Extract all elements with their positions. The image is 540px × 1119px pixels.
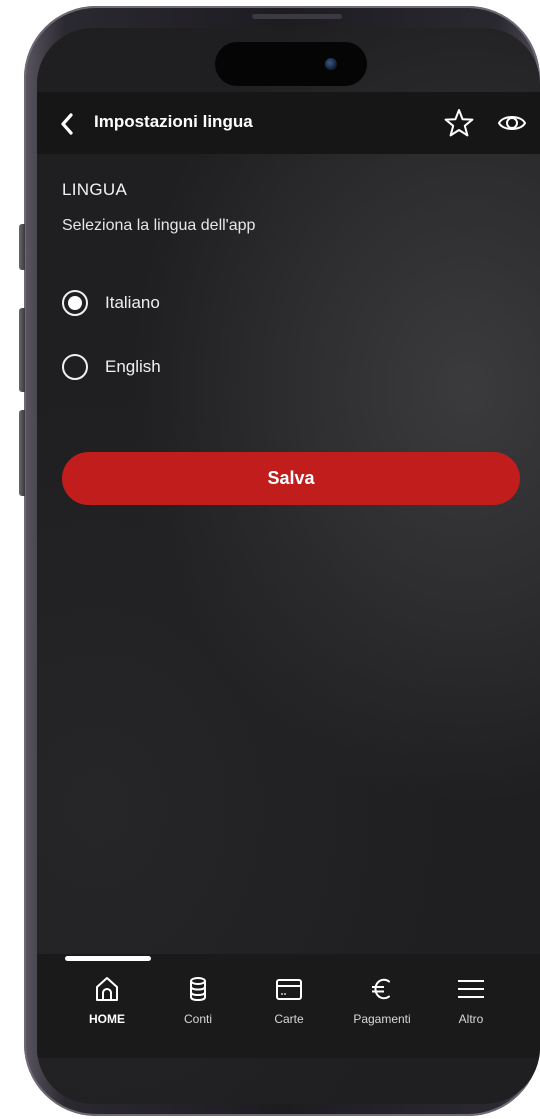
home-indicator: [65, 956, 151, 961]
language-label: Italiano: [105, 293, 160, 312]
star-icon[interactable]: [443, 107, 475, 139]
card-icon: [276, 979, 302, 1000]
volume-down-button: [19, 410, 25, 496]
eye-icon[interactable]: [497, 109, 527, 137]
screen: Impostazioni lingua LINGUA Seleziona la …: [37, 28, 540, 1104]
save-button[interactable]: Salva: [62, 452, 520, 505]
dynamic-island: [215, 42, 367, 86]
language-label: English: [105, 357, 161, 376]
camera-icon: [325, 58, 337, 70]
tab-bar: HOME Conti Carte Pagamenti Altro: [37, 954, 540, 1058]
tab-conti[interactable]: Conti: [150, 974, 246, 1034]
database-icon: [190, 977, 206, 1002]
euro-icon: [372, 978, 390, 1000]
tab-label: Conti: [183, 1012, 212, 1026]
tab-altro[interactable]: Altro: [423, 974, 519, 1034]
tab-carte[interactable]: Carte: [241, 974, 337, 1034]
menu-icon: [458, 980, 484, 998]
radio-unchecked-icon[interactable]: [62, 354, 88, 380]
volume-up-button: [19, 308, 25, 392]
tab-label: Altro: [458, 1012, 484, 1026]
app-header: Impostazioni lingua: [37, 92, 540, 154]
language-option-italiano[interactable]: Italiano: [62, 288, 362, 318]
chevron-left-icon[interactable]: [59, 112, 75, 136]
tab-pagamenti[interactable]: Pagamenti: [334, 974, 430, 1034]
section-subtitle: Seleziona la lingua dell'app: [62, 217, 256, 234]
radio-checked-icon[interactable]: [62, 290, 88, 316]
speaker-grille: [252, 14, 342, 19]
page-title: Impostazioni lingua: [94, 112, 253, 131]
action-button: [19, 224, 25, 270]
tab-label: Pagamenti: [353, 1012, 411, 1026]
language-option-english[interactable]: English: [62, 352, 362, 382]
home-icon: [96, 977, 118, 1001]
tab-label: HOME: [89, 1012, 125, 1026]
section-title: LINGUA: [62, 180, 128, 199]
tab-label: Carte: [274, 1012, 304, 1026]
tab-home[interactable]: HOME: [59, 974, 155, 1034]
